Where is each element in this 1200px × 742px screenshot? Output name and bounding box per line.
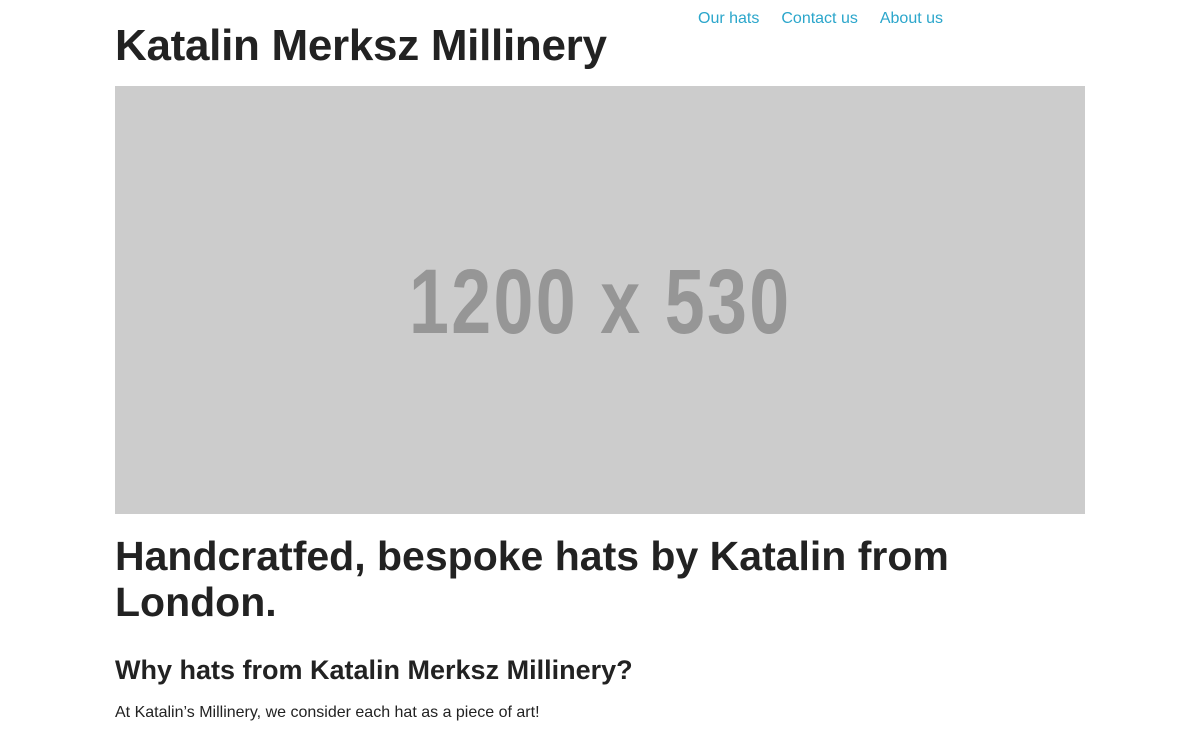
main-nav: Our hats Contact us About us (698, 8, 943, 30)
nav-item-our-hats: Our hats (698, 8, 759, 30)
page: Katalin Merksz Millinery Our hats Contac… (0, 0, 1200, 742)
hero-placeholder-label: 1200 x 530 (408, 250, 792, 353)
nav-item-contact-us: Contact us (781, 8, 857, 30)
section-heading: Why hats from Katalin Merksz Millinery? (115, 655, 633, 685)
site-title[interactable]: Katalin Merksz Millinery (115, 20, 607, 72)
page-headline: Handcratfed, bespoke hats by Katalin fro… (115, 533, 949, 625)
nav-link-contact-us[interactable]: Contact us (781, 10, 857, 27)
hero-image-placeholder: 1200 x 530 (115, 86, 1085, 514)
intro-paragraph: At Katalin’s Millinery, we consider each… (115, 704, 540, 721)
nav-link-our-hats[interactable]: Our hats (698, 10, 759, 27)
nav-link-about-us[interactable]: About us (880, 10, 943, 27)
nav-item-about-us: About us (880, 8, 943, 30)
